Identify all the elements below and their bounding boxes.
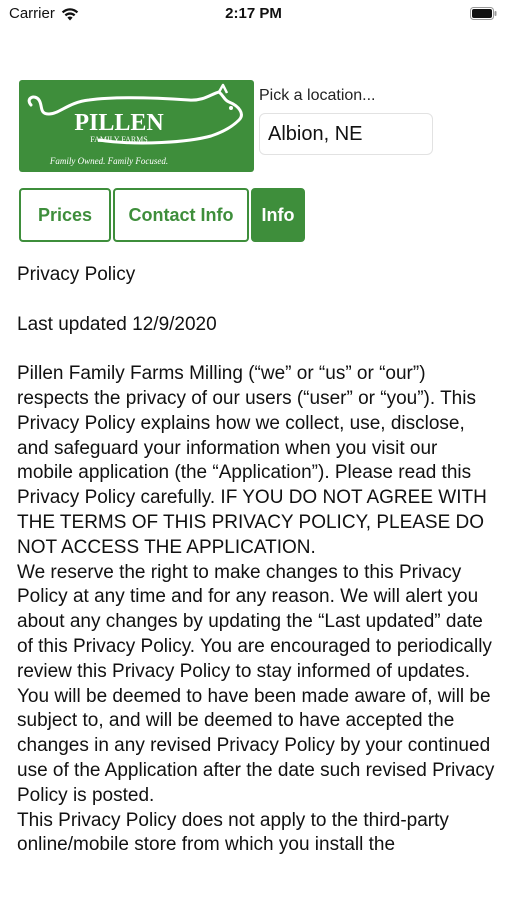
- tab-info-label: Info: [261, 204, 295, 225]
- policy-paragraph: Pillen Family Farms Milling (“we” or “us…: [17, 363, 487, 558]
- logo-name: PILLEN: [74, 110, 164, 136]
- location-value: Albion, NE: [268, 122, 363, 145]
- location-picker-label: Pick a location...: [259, 87, 376, 104]
- policy-title: Privacy Policy: [17, 264, 136, 285]
- policy-last-updated: Last updated 12/9/2020: [17, 313, 217, 335]
- battery-icon: [470, 7, 497, 20]
- tab-prices-label: Prices: [37, 204, 93, 225]
- status-bar: Carrier 2:17 PM: [0, 0, 507, 30]
- policy-paragraph: We reserve the right to make changes to …: [17, 561, 495, 806]
- privacy-policy-text[interactable]: Privacy Policy Last updated 12/9/2020 Pi…: [17, 263, 495, 858]
- tab-prices[interactable]: Prices: [19, 188, 111, 242]
- policy-paragraph: This Privacy Policy does not apply to th…: [17, 809, 449, 856]
- app-screen: Carrier 2:17 PM PILLEN FAMILY FARMS Fami…: [0, 0, 507, 900]
- tab-contact-info-label: Contact Info: [128, 204, 234, 225]
- pig-logo-icon: PILLEN FAMILY FARMS Family Owned. Family…: [27, 83, 243, 166]
- tab-contact-info[interactable]: Contact Info: [113, 188, 249, 242]
- tab-info[interactable]: Info: [251, 188, 305, 242]
- logo-tagline: Family Owned. Family Focused.: [49, 156, 168, 166]
- logo-sub: FAMILY FARMS: [90, 135, 148, 144]
- pillen-logo: PILLEN FAMILY FARMS Family Owned. Family…: [19, 80, 254, 172]
- clock: 2:17 PM: [225, 5, 282, 22]
- location-picker-field[interactable]: Albion, NE: [259, 113, 433, 155]
